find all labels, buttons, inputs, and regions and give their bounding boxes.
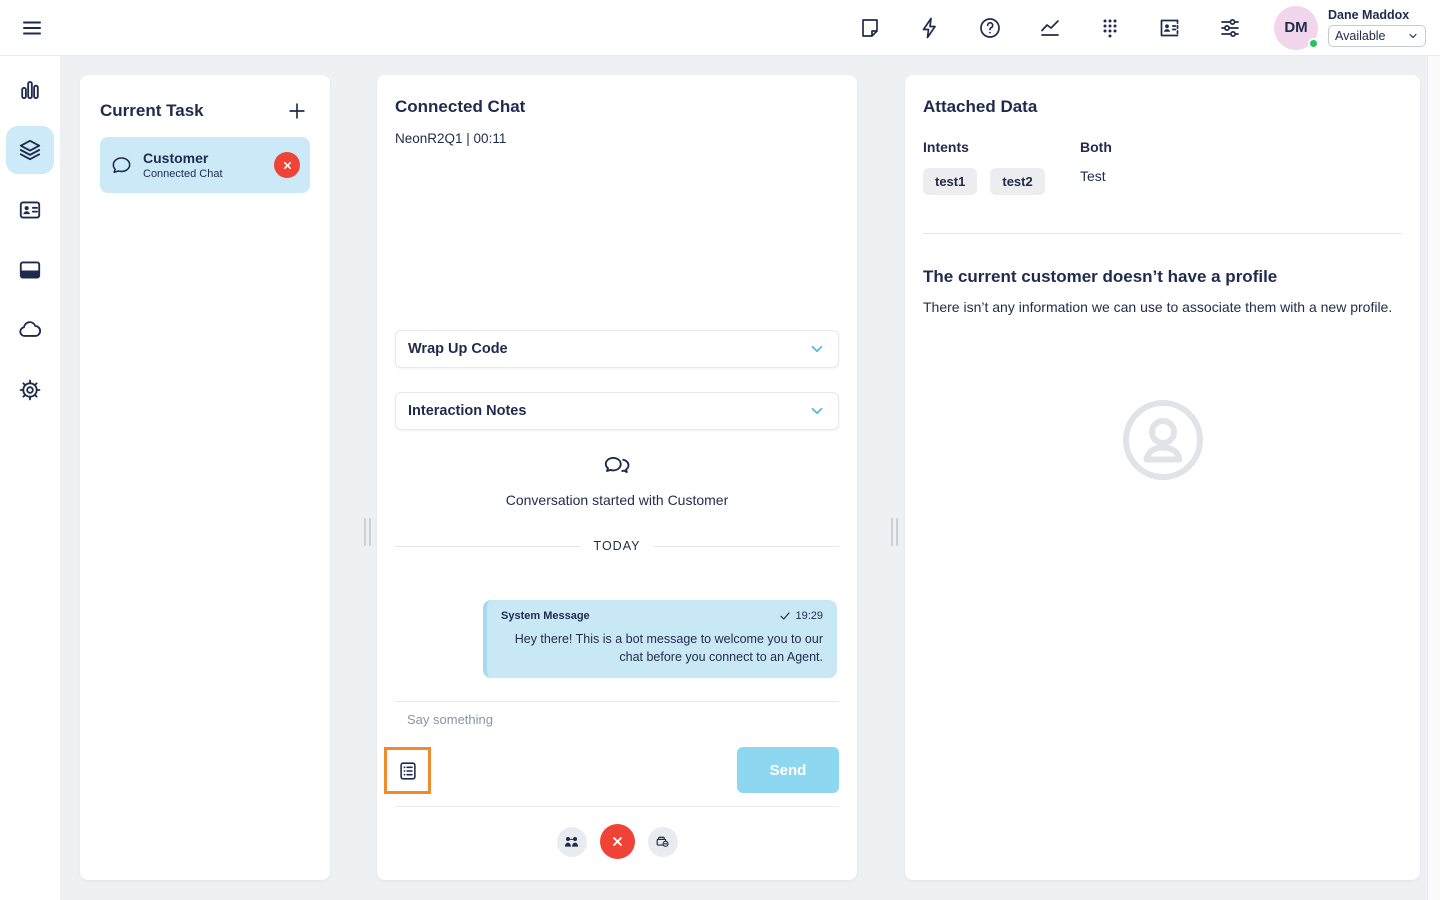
- user-area: DM Dane Maddox Available: [1274, 5, 1426, 50]
- scrollbar-track[interactable]: [1427, 56, 1440, 900]
- current-task-panel: Current Task Customer Connected Chat: [80, 75, 330, 880]
- hamburger-menu-icon[interactable]: [14, 10, 50, 46]
- preferences-icon[interactable]: [1212, 10, 1248, 46]
- task-card-customer[interactable]: Customer Connected Chat: [100, 137, 310, 193]
- wrap-up-code-label: Wrap Up Code: [408, 341, 508, 357]
- intent-chip: test2: [990, 168, 1045, 195]
- avatar[interactable]: DM: [1274, 5, 1319, 50]
- divider-line: [395, 545, 580, 547]
- intent-chips: test1 test2: [923, 168, 1080, 195]
- close-icon: [283, 161, 291, 169]
- conversation-bubbles-icon: [604, 456, 630, 473]
- attached-data-title: Attached Data: [923, 97, 1038, 116]
- both-label: Both: [1080, 139, 1112, 155]
- day-divider: TODAY: [395, 539, 840, 553]
- chat-bubble-icon: [112, 156, 131, 173]
- quick-replies-button[interactable]: [384, 747, 431, 794]
- top-bar: DM Dane Maddox Available: [0, 0, 1440, 56]
- task-type: Connected Chat: [143, 168, 223, 180]
- current-task-title: Current Task: [100, 101, 204, 120]
- attached-data-fields: Intents test1 test2 Both Test: [923, 139, 1402, 195]
- bubble-header: System Message 19:29: [501, 610, 823, 622]
- both-value: Test: [1080, 168, 1106, 184]
- notes-icon[interactable]: [852, 10, 888, 46]
- main-content: Current Task Customer Connected Chat Con…: [60, 56, 1440, 900]
- day-divider-label: TODAY: [593, 539, 641, 553]
- no-profile-text: There isn’t any information we can use t…: [923, 299, 1393, 315]
- panel-resize-handle-right[interactable]: [889, 518, 899, 546]
- chat-panel: Connected Chat NeonR2Q1 | 00:11 Wrap Up …: [377, 75, 857, 880]
- transfer-icon: [564, 837, 579, 847]
- status-value: Available: [1335, 29, 1386, 43]
- actions-divider: [395, 806, 839, 807]
- chevron-down-icon: [811, 407, 823, 415]
- transfer-button[interactable]: [556, 826, 587, 857]
- help-icon[interactable]: [972, 10, 1008, 46]
- chat-actions: [377, 824, 857, 859]
- mask-button[interactable]: [647, 826, 678, 857]
- add-task-icon[interactable]: [284, 98, 310, 124]
- analytics-icon[interactable]: [1032, 10, 1068, 46]
- quick-replies-list-icon: [399, 761, 416, 780]
- nav-rail: [0, 56, 60, 900]
- chat-meta: NeonR2Q1 | 00:11: [395, 131, 507, 146]
- agent-desktop-app: DM Dane Maddox Available Current Task Cu…: [0, 0, 1440, 900]
- no-profile-title: The current customer doesn’t have a prof…: [923, 267, 1278, 286]
- panel-resize-handle-left[interactable]: [362, 518, 372, 546]
- message-text: Hey there! This is a bot message to welc…: [514, 632, 823, 665]
- avatar-initials: DM: [1284, 19, 1308, 36]
- intents-label: Intents: [923, 139, 969, 155]
- mask-device-icon: [656, 836, 669, 847]
- attached-data-panel: Attached Data Intents test1 test2 Both T…: [905, 75, 1420, 880]
- close-icon: [612, 837, 622, 846]
- send-button[interactable]: Send: [737, 747, 839, 793]
- input-divider: [395, 701, 839, 702]
- quick-actions-icon[interactable]: [912, 10, 948, 46]
- message-input[interactable]: [407, 707, 787, 731]
- directory-icon[interactable]: [1152, 10, 1188, 46]
- wrap-up-code-dropdown[interactable]: Wrap Up Code: [395, 330, 839, 368]
- end-chat-button[interactable]: [599, 824, 635, 859]
- attached-data-divider: [923, 233, 1402, 234]
- both-column: Both Test: [1080, 139, 1112, 195]
- message-meta: 19:29: [779, 610, 823, 622]
- current-task-header: Current Task: [100, 98, 310, 124]
- profile-placeholder-icon: [905, 398, 1420, 482]
- close-task-button[interactable]: [274, 152, 300, 178]
- delivered-check-icon: [780, 612, 791, 620]
- message-time: 19:29: [795, 610, 823, 622]
- chevron-down-icon: [1409, 33, 1417, 39]
- dialpad-icon[interactable]: [1092, 10, 1128, 46]
- topbar-icon-group: [852, 10, 1248, 46]
- conversation-started-text: Conversation started with Customer: [505, 492, 729, 508]
- cloud-icon[interactable]: [6, 306, 54, 354]
- task-name: Customer: [143, 150, 209, 166]
- interactions-icon[interactable]: [6, 126, 54, 174]
- settings-icon[interactable]: [6, 366, 54, 414]
- chat-title: Connected Chat: [395, 97, 526, 116]
- task-texts: Customer Connected Chat: [143, 150, 264, 180]
- interaction-notes-dropdown[interactable]: Interaction Notes: [395, 392, 839, 430]
- presence-dot: [1308, 37, 1319, 49]
- apps-icon[interactable]: [6, 246, 54, 294]
- intent-chip: test1: [923, 168, 978, 195]
- message-sender: System Message: [501, 610, 590, 622]
- interaction-notes-label: Interaction Notes: [408, 403, 527, 419]
- conversation-started: Conversation started with Customer: [377, 451, 857, 508]
- user-name: Dane Maddox: [1328, 8, 1410, 22]
- divider-line: [654, 545, 840, 547]
- user-meta: Dane Maddox Available: [1328, 8, 1426, 47]
- status-select[interactable]: Available: [1328, 25, 1426, 47]
- contacts-icon[interactable]: [6, 186, 54, 234]
- dashboard-icon[interactable]: [6, 66, 54, 114]
- chevron-down-icon: [811, 345, 823, 353]
- system-message-bubble: System Message 19:29 Hey there! This is …: [483, 600, 837, 679]
- intents-column: Intents test1 test2: [923, 139, 1080, 195]
